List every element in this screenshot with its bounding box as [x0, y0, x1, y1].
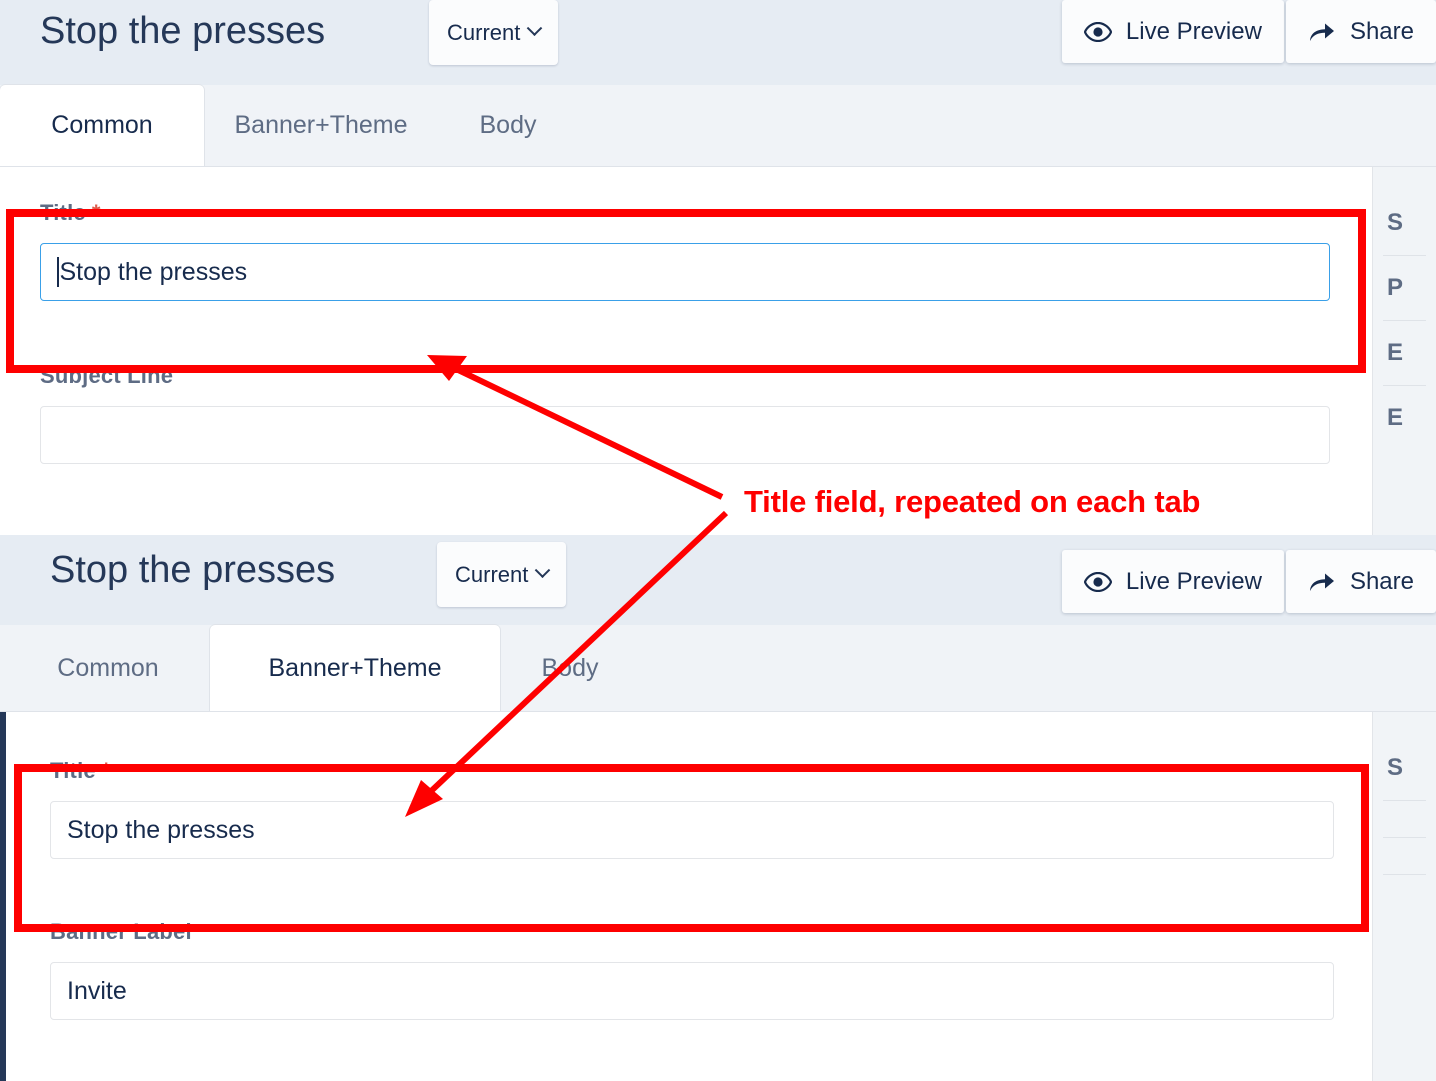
page-title: Stop the presses — [40, 10, 326, 52]
header-actions-1: Live Preview Share — [1061, 0, 1436, 63]
tab-body-label: Body — [479, 111, 537, 139]
tab-body[interactable]: Body — [500, 625, 640, 711]
page-title: Stop the presses — [50, 549, 336, 591]
share-button[interactable]: Share — [1285, 550, 1436, 613]
tab-body-label: Body — [541, 653, 599, 682]
live-preview-button[interactable]: Live Preview — [1061, 550, 1284, 613]
sidebar-item-2[interactable] — [1373, 838, 1436, 874]
version-selector-label: Current — [455, 561, 529, 587]
form-body-2: Title * Stop the presses Banner Label Inv… — [6, 712, 1436, 1081]
field-title: Title * Stop the presses — [50, 758, 1334, 859]
tab-common-label: Common — [57, 653, 159, 682]
title-input-value: Stop the presses — [67, 815, 255, 844]
tab-common-label: Common — [51, 111, 153, 139]
sidebar-2: S — [1373, 712, 1436, 1081]
banner-label-input-value: Invite — [67, 976, 127, 1005]
title-input-value: Stop the presses — [59, 257, 248, 286]
chevron-down-icon — [527, 20, 543, 37]
share-arrow-icon — [1309, 573, 1334, 591]
version-selector-label: Current — [447, 19, 521, 45]
title-input[interactable]: Stop the presses — [40, 243, 1330, 301]
version-selector-button[interactable]: Current — [429, 0, 559, 65]
subject-line-input[interactable] — [40, 406, 1330, 464]
share-button[interactable]: Share — [1285, 0, 1436, 63]
screenshot-panel-common: Stop the presses Current Live Preview Sh… — [0, 0, 1436, 535]
share-label: Share — [1349, 567, 1414, 595]
sidebar-item-0[interactable]: S — [1373, 191, 1436, 255]
field-title-label-row: Title * — [40, 200, 1330, 226]
tabstrip-2: Common Banner+Theme Body — [0, 625, 1436, 712]
field-subject-line-label: Subject Line — [40, 363, 174, 388]
screenshot-stage: Stop the presses Current Live Preview Sh… — [0, 0, 1436, 1081]
tab-banner-theme-label: Banner+Theme — [268, 653, 442, 682]
live-preview-label: Live Preview — [1125, 567, 1262, 595]
form-column-2: Title * Stop the presses Banner Label Inv… — [6, 712, 1373, 1081]
form-body-1: Title * Stop the presses Subject Line S P — [0, 167, 1436, 535]
tab-common[interactable]: Common — [0, 85, 204, 166]
field-title: Title * Stop the presses — [40, 200, 1330, 301]
chevron-down-icon — [535, 562, 551, 579]
sidebar-item-1[interactable] — [1373, 801, 1436, 837]
header-actions-2: Live Preview Share — [1061, 550, 1436, 613]
banner-label-input[interactable]: Invite — [50, 962, 1334, 1020]
sidebar-item-2[interactable]: E — [1373, 321, 1436, 385]
form-column-1: Title * Stop the presses Subject Line — [0, 167, 1373, 535]
screenshot-panel-banner-theme: Stop the presses Current Live Preview Sh… — [0, 535, 1436, 1081]
tab-common[interactable]: Common — [6, 625, 210, 711]
field-subject-line: Subject Line — [40, 363, 1330, 464]
field-title-label: Title — [40, 200, 86, 225]
share-arrow-icon — [1309, 23, 1334, 41]
eye-icon — [1083, 21, 1112, 42]
sidebar-item-3[interactable]: E — [1373, 386, 1436, 450]
tab-banner-theme-label: Banner+Theme — [234, 111, 408, 139]
share-label: Share — [1349, 17, 1414, 45]
app-header-2: Stop the presses Current Live Preview Sh… — [0, 535, 1436, 625]
required-asterisk: * — [91, 200, 101, 225]
sidebar-item-1[interactable]: P — [1373, 256, 1436, 320]
field-banner-label-label: Banner Label — [50, 919, 192, 944]
tabstrip-1: Common Banner+Theme Body — [0, 85, 1436, 167]
field-banner-label: Banner Label Invite — [50, 919, 1334, 1020]
app-header-1: Stop the presses Current Live Preview Sh… — [0, 0, 1436, 85]
tab-banner-theme[interactable]: Banner+Theme — [210, 625, 500, 711]
required-asterisk: * — [101, 758, 111, 783]
title-input[interactable]: Stop the presses — [50, 801, 1334, 859]
eye-icon — [1083, 571, 1112, 592]
sidebar-1: S P E E — [1373, 167, 1436, 535]
text-caret — [57, 257, 59, 287]
field-title-label-row: Title * — [50, 758, 1334, 784]
sidebar-item-0[interactable]: S — [1373, 736, 1436, 800]
field-title-label: Title — [50, 758, 96, 783]
live-preview-label: Live Preview — [1125, 17, 1262, 45]
tab-banner-theme[interactable]: Banner+Theme — [204, 85, 438, 166]
version-selector-button[interactable]: Current — [437, 542, 567, 607]
tab-body[interactable]: Body — [438, 85, 578, 166]
live-preview-button[interactable]: Live Preview — [1061, 0, 1284, 63]
annotation-label: Title field, repeated on each tab — [744, 484, 1201, 519]
sidebar-item-3[interactable] — [1373, 875, 1436, 911]
